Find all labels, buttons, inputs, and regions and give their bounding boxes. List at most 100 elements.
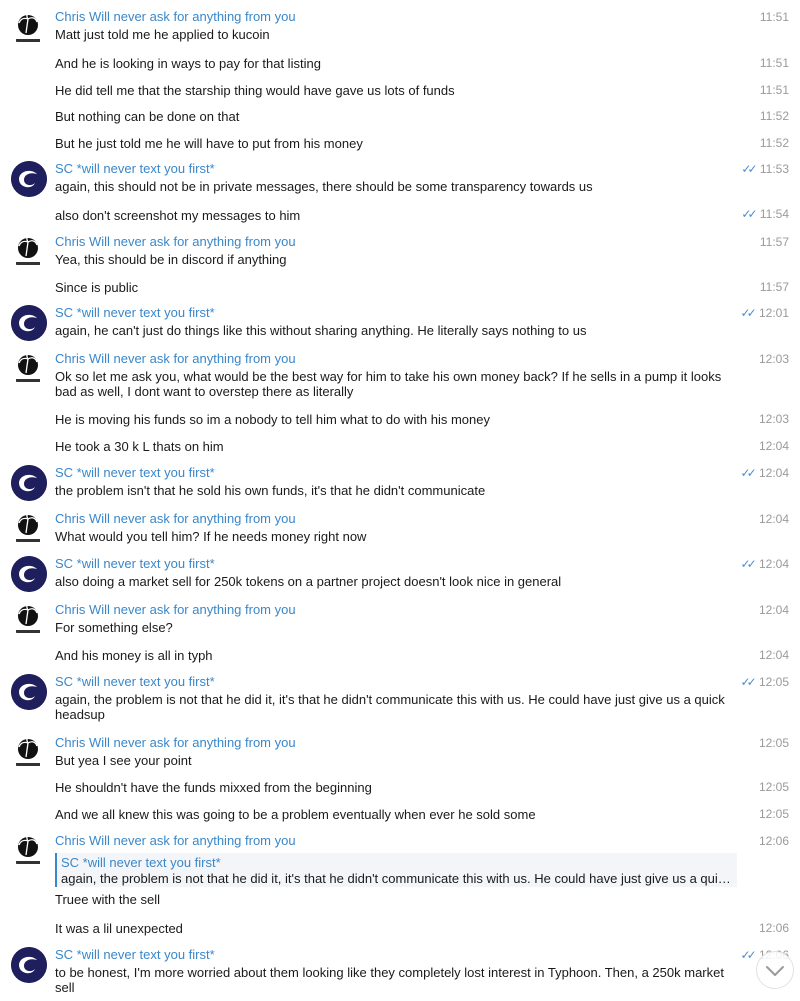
message-text: It was a lil unexpected: [55, 921, 183, 936]
chevron-down-icon: [766, 966, 784, 976]
message-text: He is moving his funds so im a nobody to…: [55, 412, 490, 427]
palm-tree-logo-icon: [11, 511, 47, 547]
sender-name[interactable]: SC *will never text you first*: [55, 161, 215, 177]
message-time: 12:03: [758, 412, 789, 426]
double-check-icon: ✓✓: [740, 306, 757, 320]
message-text: And he is looking in ways to pay for tha…: [55, 56, 321, 71]
sc-avatar[interactable]: [11, 161, 47, 197]
sc-avatar[interactable]: [11, 556, 47, 592]
sc-avatar[interactable]: [11, 305, 47, 341]
message-text: again, this should not be in private mes…: [55, 179, 593, 194]
message-text: But he just told me he will have to put …: [55, 136, 363, 151]
double-check-icon: ✓✓: [740, 466, 757, 480]
chat-message-list[interactable]: Chris Will never ask for anything from y…: [0, 0, 800, 1001]
message-text: But yea I see your point: [55, 753, 192, 768]
double-check-icon: ✓✓: [741, 162, 757, 176]
message-time: 11:51: [759, 10, 789, 24]
message-text: And his money is all in typh: [55, 648, 213, 663]
message-text: For something else?: [55, 620, 173, 635]
palm-tree-logo-icon: [11, 351, 47, 387]
message-time: 12:03: [758, 352, 789, 366]
message-time: ✓✓ 12:05: [740, 675, 789, 689]
message-text: But nothing can be done on that: [55, 109, 240, 124]
double-check-icon: ✓✓: [741, 207, 757, 221]
sender-name[interactable]: SC *will never text you first*: [55, 465, 215, 481]
chris-avatar[interactable]: [11, 833, 47, 869]
sender-name[interactable]: Chris Will never ask for anything from y…: [55, 234, 296, 250]
double-check-icon: ✓✓: [740, 557, 757, 571]
message-text: Matt just told me he applied to kucoin: [55, 27, 270, 42]
message-text: He shouldn't have the funds mixxed from …: [55, 780, 372, 795]
typhoon-swirl-icon: [11, 674, 47, 710]
chris-avatar[interactable]: [11, 351, 47, 387]
message-time: 12:05: [758, 736, 789, 750]
typhoon-swirl-icon: [11, 161, 47, 197]
palm-tree-logo-icon: [11, 602, 47, 638]
double-check-icon: ✓✓: [740, 948, 757, 962]
message-time: 12:04: [758, 512, 789, 526]
message-text: He did tell me that the starship thing w…: [55, 83, 455, 98]
message-time: 11:57: [759, 280, 789, 294]
chris-avatar[interactable]: [11, 735, 47, 771]
sender-name[interactable]: SC *will never text you first*: [55, 305, 215, 321]
sender-name[interactable]: Chris Will never ask for anything from y…: [55, 735, 296, 751]
sender-name[interactable]: Chris Will never ask for anything from y…: [55, 602, 296, 618]
message-time: 12:04: [758, 603, 789, 617]
palm-tree-logo-icon: [11, 735, 47, 771]
message-text: to be honest, I'm more worried about the…: [55, 965, 724, 995]
message-time: ✓✓ 11:53: [741, 162, 789, 176]
message-text: also doing a market sell for 250k tokens…: [55, 574, 562, 589]
message-text: And we all knew this was going to be a p…: [55, 807, 536, 822]
message-time: 12:06: [758, 834, 789, 848]
message-text: Since is public: [55, 280, 139, 295]
typhoon-swirl-icon: [11, 305, 47, 341]
message-time: 12:06: [758, 921, 789, 935]
reply-text: again, the problem is not that he did it…: [61, 871, 731, 886]
message-text: the problem isn't that he sold his own f…: [55, 483, 486, 498]
typhoon-swirl-icon: [11, 465, 47, 501]
message-text: He took a 30 k L thats on him: [55, 439, 224, 454]
message-text: again, he can't just do things like this…: [55, 323, 587, 338]
message-time: 11:51: [759, 56, 789, 70]
sc-avatar[interactable]: [11, 674, 47, 710]
message-time: 12:04: [758, 439, 789, 453]
palm-tree-logo-icon: [11, 833, 47, 869]
palm-tree-logo-icon: [11, 234, 47, 270]
sender-name[interactable]: Chris Will never ask for anything from y…: [55, 511, 296, 527]
message-time: ✓✓ 11:54: [741, 207, 789, 221]
reply-sender-name: SC *will never text you first*: [61, 855, 221, 870]
palm-tree-logo-icon: [11, 11, 47, 47]
sc-avatar[interactable]: [11, 947, 47, 983]
message-text: again, the problem is not that he did it…: [55, 692, 725, 722]
message-time: ✓✓ 12:01: [740, 306, 789, 320]
scroll-to-bottom-button[interactable]: [756, 951, 794, 989]
chris-avatar[interactable]: [11, 11, 47, 47]
typhoon-swirl-icon: [11, 947, 47, 983]
typhoon-swirl-icon: [11, 556, 47, 592]
message-time: 12:05: [758, 780, 789, 794]
message-time: 11:52: [759, 109, 789, 123]
message-text: Yea, this should be in discord if anythi…: [55, 252, 287, 267]
sender-name[interactable]: SC *will never text you first*: [55, 674, 215, 690]
sender-name[interactable]: SC *will never text you first*: [55, 947, 215, 963]
message-time: ✓✓ 12:04: [740, 557, 789, 571]
message-time: 11:52: [759, 136, 789, 150]
sender-name[interactable]: Chris Will never ask for anything from y…: [55, 833, 296, 849]
sender-name[interactable]: Chris Will never ask for anything from y…: [55, 9, 296, 25]
sender-name[interactable]: Chris Will never ask for anything from y…: [55, 351, 296, 367]
double-check-icon: ✓✓: [740, 675, 757, 689]
message-time: 11:51: [759, 83, 789, 97]
chris-avatar[interactable]: [11, 511, 47, 547]
message-text: Truee with the sell: [55, 892, 161, 907]
sender-name[interactable]: SC *will never text you first*: [55, 556, 215, 572]
message-text: What would you tell him? If he needs mon…: [55, 529, 367, 544]
message-text: Ok so let me ask you, what would be the …: [55, 369, 722, 399]
chris-avatar[interactable]: [11, 602, 47, 638]
message-time: 12:04: [758, 648, 789, 662]
message-text: also don't screenshot my messages to him: [55, 208, 301, 223]
sc-avatar[interactable]: [11, 465, 47, 501]
message-time: 11:57: [759, 235, 789, 249]
reply-quote[interactable]: SC *will never text you first* again, th…: [55, 853, 737, 887]
message-time: 12:05: [758, 807, 789, 821]
chris-avatar[interactable]: [11, 234, 47, 270]
